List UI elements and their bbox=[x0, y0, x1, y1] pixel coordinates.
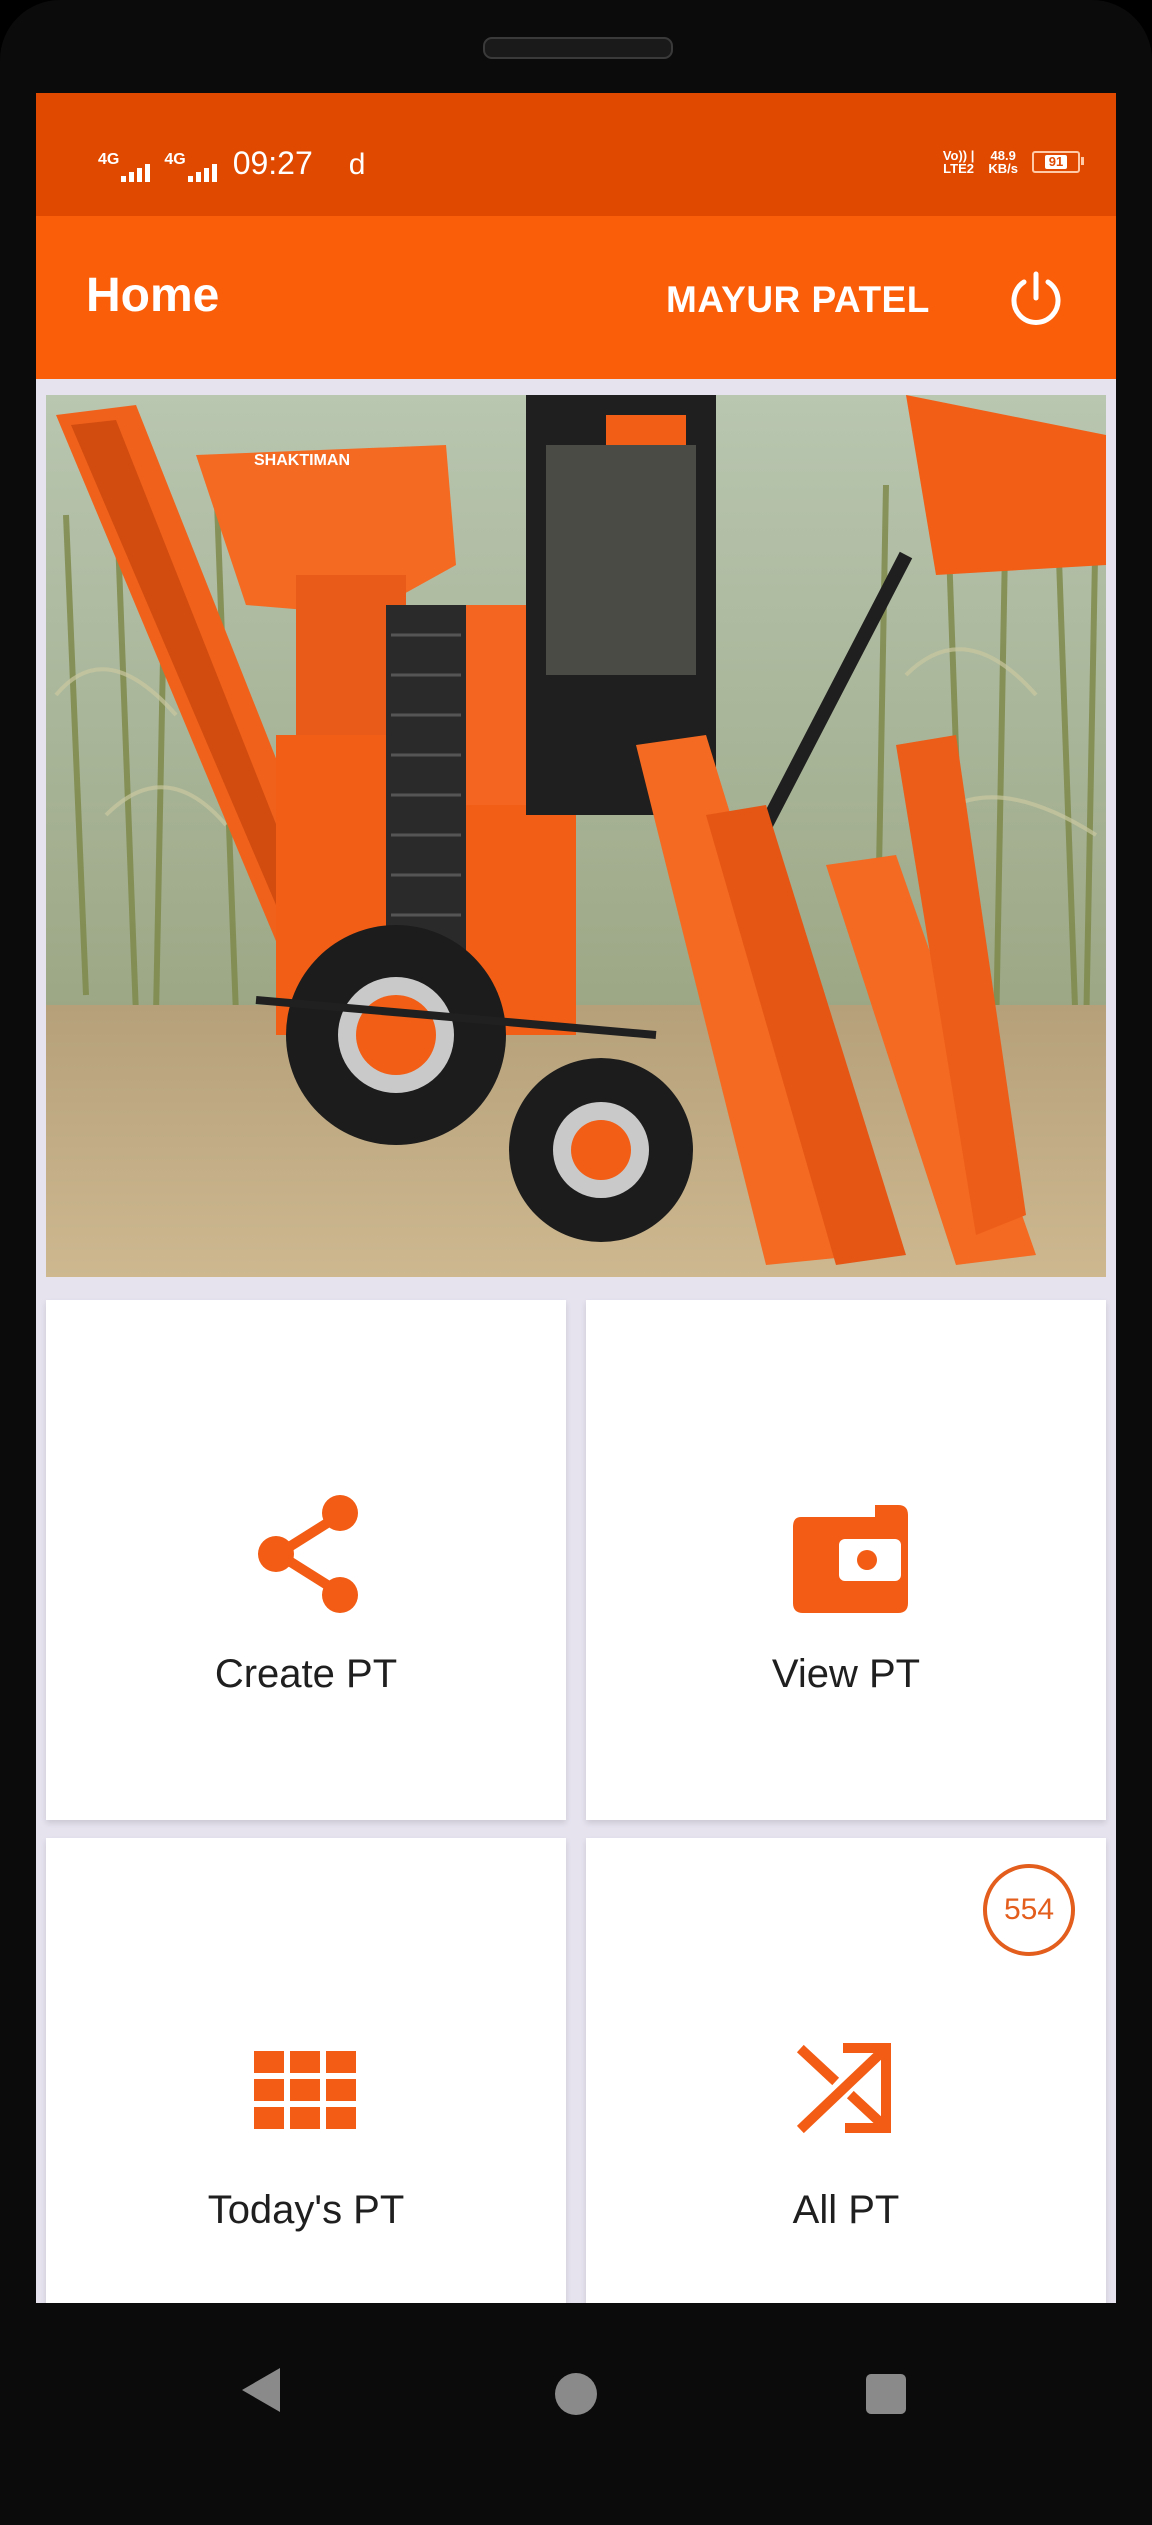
status-left: 4G 4G 09:27 d bbox=[98, 145, 365, 182]
share-icon bbox=[258, 1495, 358, 1613]
tile-view-pt[interactable]: View PT bbox=[586, 1300, 1106, 1820]
power-icon[interactable] bbox=[1006, 268, 1066, 328]
network-type-label: 4G bbox=[98, 151, 120, 168]
shuffle-icon bbox=[796, 2042, 892, 2134]
phone-frame: 4G 4G 09:27 d Vo)) | LTE2 48.9 KB/s 91 H… bbox=[0, 0, 1152, 2525]
count-badge: 554 bbox=[983, 1864, 1075, 1956]
user-name: MAYUR PATEL bbox=[666, 279, 930, 320]
signal-indicator-2: 4G bbox=[164, 152, 217, 182]
tile-all-pt[interactable]: All PT 554 bbox=[586, 1838, 1106, 2303]
harvester-illustration: SHAKTIMAN bbox=[46, 395, 1106, 1277]
signal-bars-icon bbox=[187, 164, 217, 182]
volte-line-2: LTE2 bbox=[943, 161, 974, 176]
tile-create-pt[interactable]: Create PT bbox=[46, 1300, 566, 1820]
wallet-icon bbox=[793, 1505, 908, 1613]
status-bar: 4G 4G 09:27 d Vo)) | LTE2 48.9 KB/s 91 bbox=[36, 93, 1116, 216]
speed-unit: KB/s bbox=[988, 161, 1018, 176]
volte-indicator: Vo)) | LTE2 bbox=[943, 149, 975, 175]
app-bar: Home MAYUR PATEL bbox=[36, 216, 1116, 379]
tile-label: All PT bbox=[792, 2188, 900, 2232]
page-title: Home bbox=[86, 269, 220, 322]
home-circle-icon[interactable] bbox=[555, 2373, 597, 2415]
tile-label: Create PT bbox=[214, 1652, 398, 1696]
tile-label: Today's PT bbox=[207, 2188, 405, 2232]
signal-bars-icon bbox=[121, 164, 151, 182]
battery-icon: 91 bbox=[1032, 151, 1084, 173]
back-triangle-icon[interactable] bbox=[240, 2366, 282, 2414]
system-navigation-bar bbox=[0, 2303, 1152, 2525]
tile-label: View PT bbox=[771, 1652, 921, 1696]
battery-level: 91 bbox=[1044, 155, 1068, 169]
status-right: Vo)) | LTE2 48.9 KB/s 91 bbox=[943, 149, 1084, 175]
status-time: 09:27 bbox=[232, 145, 313, 181]
harvester-banner-image: SHAKTIMAN bbox=[46, 395, 1106, 1277]
tile-todays-pt[interactable]: Today's PT bbox=[46, 1838, 566, 2303]
brand-text: SHAKTIMAN bbox=[254, 452, 350, 469]
grid-icon bbox=[254, 2051, 356, 2129]
recents-square-icon[interactable] bbox=[866, 2374, 906, 2414]
screen: 4G 4G 09:27 d Vo)) | LTE2 48.9 KB/s 91 H… bbox=[36, 93, 1116, 2303]
notification-icon: d bbox=[348, 148, 366, 181]
earpiece-speaker bbox=[483, 37, 673, 59]
signal-indicator-1: 4G bbox=[98, 152, 151, 182]
network-type-label: 4G bbox=[164, 151, 186, 168]
network-speed: 48.9 KB/s bbox=[988, 149, 1018, 175]
